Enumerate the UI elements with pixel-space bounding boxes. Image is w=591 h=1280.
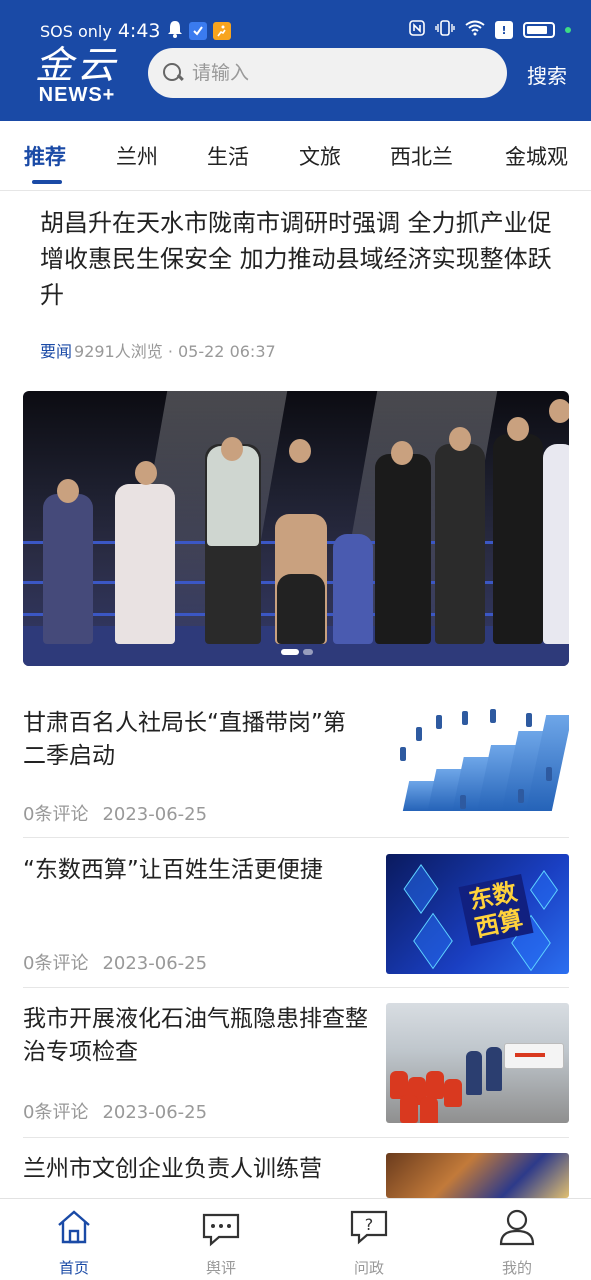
user-icon: [497, 1207, 537, 1247]
app-header: SOS only 4:43 ! 金云 NEWS+ 请输入 搜索: [0, 0, 591, 121]
nav-home[interactable]: 首页: [29, 1207, 119, 1278]
alert-icon: !: [495, 21, 513, 39]
app-logo: 金云 NEWS+: [22, 46, 132, 108]
team-member: [493, 434, 543, 644]
nfc-icon: [409, 20, 425, 40]
privacy-dot-icon: [565, 27, 571, 33]
sports-app-icon: [212, 22, 231, 40]
top-story-views-date: 9291人浏览 · 05-22 06:37: [74, 342, 276, 361]
tab-xibeilan[interactable]: 西北兰: [390, 141, 453, 171]
nav-home-label: 首页: [58, 1259, 89, 1277]
comment-count: 0条评论: [23, 804, 89, 825]
status-bar: SOS only 4:43 !: [0, 0, 591, 44]
article-thumbnail: [386, 1153, 569, 1198]
article-meta: 0条评论 2023-06-25: [23, 1098, 207, 1124]
nav-inquiry-label: 问政: [353, 1259, 384, 1277]
svg-text:?: ?: [365, 1215, 374, 1234]
comment-count: 0条评论: [23, 1102, 89, 1123]
app-notification-icon: [188, 22, 207, 40]
search-icon: [162, 62, 184, 84]
announcer-figure: [43, 494, 93, 644]
article-item[interactable]: 我市开展液化石油气瓶隐患排查整治专项检查 0条评论 2023-06-25: [23, 1003, 569, 1123]
search-bar[interactable]: [148, 48, 507, 98]
top-story-tag: 要闻: [40, 342, 73, 361]
nav-commentary-label: 舆评: [205, 1259, 236, 1277]
article-title: 我市开展液化石油气瓶隐患排查整治专项检查: [23, 1006, 368, 1065]
tab-jinchengguan[interactable]: 金城观: [505, 141, 568, 171]
article-thumbnail: [386, 1003, 569, 1123]
question-icon: ?: [349, 1207, 389, 1247]
battery-icon: [523, 22, 555, 38]
comment-count: 0条评论: [23, 953, 89, 974]
tab-recommended[interactable]: 推荐: [24, 141, 66, 171]
vibrate-icon: [435, 20, 455, 40]
wifi-icon: [465, 20, 485, 40]
boxer-white-robe: [115, 484, 175, 644]
article-date: 2023-06-25: [102, 1102, 208, 1123]
logo-chinese: 金云: [34, 43, 119, 87]
top-story-title[interactable]: 胡昌升在天水市陇南市调研时强调 全力抓产业促增收惠民生保安全 加力推动县域经济实…: [40, 205, 560, 313]
logo-english: NEWS+: [38, 84, 116, 106]
clock: 4:43: [117, 20, 161, 42]
bottom-navigation: 首页 舆评 ? 问政 我的: [0, 1198, 591, 1280]
carousel-dots: [281, 649, 313, 655]
divider: [23, 987, 569, 988]
tab-life[interactable]: 生活: [207, 141, 249, 171]
article-title: 兰州市文创企业负责人训练营: [23, 1156, 322, 1182]
article-item[interactable]: 甘肃百名人社局长“直播带岗”第二季启动 0条评论 2023-06-25: [23, 707, 569, 827]
active-tab-indicator: [32, 180, 62, 184]
nav-profile[interactable]: 我的: [472, 1207, 562, 1278]
article-title: 甘肃百名人社局长“直播带岗”第二季启动: [23, 710, 346, 769]
tab-culture-travel[interactable]: 文旅: [299, 141, 341, 171]
divider: [23, 837, 569, 838]
nav-commentary[interactable]: 舆评: [176, 1207, 266, 1278]
article-date: 2023-06-25: [102, 804, 208, 825]
notification-bell-icon: [167, 20, 183, 42]
article-item[interactable]: 兰州市文创企业负责人训练营: [23, 1153, 569, 1198]
nav-profile-label: 我的: [501, 1259, 532, 1277]
top-story-meta: 要闻 9291人浏览 · 05-22 06:37: [40, 338, 276, 362]
nav-inquiry[interactable]: ? 问政: [324, 1207, 414, 1278]
article-meta: 0条评论 2023-06-25: [23, 949, 207, 975]
banner-carousel[interactable]: [23, 391, 569, 666]
article-thumbnail: [386, 707, 569, 827]
article-date: 2023-06-25: [102, 953, 208, 974]
search-button[interactable]: 搜索: [527, 60, 567, 89]
team-member: [375, 454, 431, 644]
article-thumbnail: 东数西算: [386, 854, 569, 974]
home-icon: [54, 1207, 94, 1247]
article-meta: 0条评论 2023-06-25: [23, 800, 207, 826]
category-tabs: 推荐 兰州 生活 文旅 西北兰 金城观: [0, 121, 591, 191]
divider: [23, 1137, 569, 1138]
article-item[interactable]: “东数西算”让百姓生活更便捷 0条评论 2023-06-25 东数西算: [23, 854, 569, 974]
tab-lanzhou[interactable]: 兰州: [116, 141, 158, 171]
search-input[interactable]: [192, 62, 472, 84]
chat-icon: [201, 1207, 241, 1247]
ring-girl: [543, 444, 569, 644]
article-title: “东数西算”让百姓生活更便捷: [23, 857, 323, 883]
team-member: [435, 444, 485, 644]
carrier-text: SOS only: [40, 21, 112, 41]
